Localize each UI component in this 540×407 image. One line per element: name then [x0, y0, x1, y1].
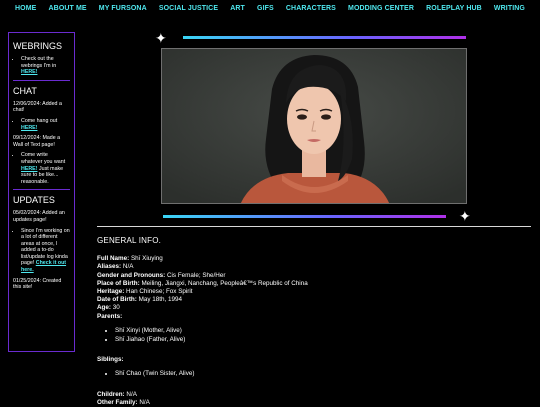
webrings-link[interactable]: HERE!: [21, 69, 37, 75]
nav-art[interactable]: ART: [230, 5, 245, 12]
sidebar: WEBRINGS Check out the webrings I'm in H…: [8, 32, 75, 352]
nav-home[interactable]: HOME: [15, 5, 36, 12]
general-info: GENERAL INFO. Full Name: Shī Xiuying Ali…: [97, 233, 531, 407]
info-label: Gender and Pronouns:: [97, 271, 166, 279]
info-value: N/A: [122, 263, 134, 271]
nav-modding-center[interactable]: MODDING CENTER: [348, 5, 414, 12]
updates-entry-2: 01/25/2024: Created this site!: [13, 277, 62, 291]
info-row-full-name: Full Name: Shī Xiuying: [97, 255, 531, 263]
nav-about-me[interactable]: ABOUT ME: [49, 5, 87, 12]
chat-list-1: Come hang out HERE!: [13, 118, 70, 131]
webrings-list: Check out the webrings I'm in HERE!: [13, 56, 70, 76]
info-row-dob: Date of Birth: May 18th, 1994: [97, 296, 531, 304]
portrait-illustration: [162, 49, 466, 203]
chat-heading: CHAT: [13, 85, 37, 96]
updates-entry-1: 05/02/2024: Added an updates page!: [13, 210, 65, 223]
list-item: Shī Xinyi (Mother, Alive): [115, 327, 531, 335]
info-row-parents: Parents:: [97, 313, 531, 321]
nav-writing[interactable]: WRITING: [494, 5, 525, 12]
character-portrait: [161, 48, 467, 204]
chat-link[interactable]: HERE!: [21, 125, 37, 131]
info-value: Shī Xiuying: [130, 255, 163, 263]
info-value: N/A: [126, 390, 137, 398]
info-value: Cis Female; She/Her: [166, 271, 226, 279]
info-label: Date of Birth:: [97, 296, 137, 304]
nav-social-justice[interactable]: SOCIAL JUSTICE: [159, 5, 218, 12]
chat-update-1: 12/06/2024: Added a chat!: [13, 100, 62, 114]
list-item: Come write whatever you want HERE! Just …: [21, 152, 70, 185]
parents-list: Shī Xinyi (Mother, Alive) Shī Jiahao (Fa…: [97, 327, 531, 344]
updates-heading: UPDATES: [13, 195, 55, 206]
list-item: Check out the webrings I'm in HERE!: [21, 56, 70, 76]
gradient-bar-top: [183, 36, 466, 39]
info-row-aliases: Aliases: N/A: [97, 263, 531, 271]
info-label: Full Name:: [97, 255, 130, 263]
chat-update-2: 09/12/2024: Made a Wall of Text page!: [13, 135, 61, 148]
wall-text: Come write whatever you want: [21, 152, 66, 165]
list-item: Come hang out HERE!: [21, 118, 70, 131]
sparkle-icon: ✦: [155, 30, 167, 46]
info-label: Children:: [97, 390, 125, 398]
info-value: May 18th, 1994: [138, 296, 183, 304]
info-value: Meiling, Jiangxi, Nanchang, Peopleâ€™s R…: [141, 279, 308, 287]
info-label: Siblings:: [97, 356, 124, 364]
chat-list-2: Come write whatever you want HERE! Just …: [13, 152, 70, 185]
webrings-text: Check out the webrings I'm in: [21, 56, 57, 69]
siblings-list: Shī Chao (Twin Sister, Alive): [97, 370, 531, 378]
nav-gifs[interactable]: GIFS: [257, 5, 274, 12]
gradient-bar-bottom: [163, 215, 446, 218]
info-row-age: Age: 30: [97, 304, 531, 312]
section-divider: [97, 226, 531, 227]
info-row-gender: Gender and Pronouns: Cis Female; She/Her: [97, 272, 531, 280]
info-row-birthplace: Place of Birth: Meiling, Jiangxi, Nancha…: [97, 280, 531, 288]
divider: [13, 189, 70, 191]
list-item: Shī Chao (Twin Sister, Alive): [115, 370, 531, 378]
info-row-other-family: Other Family: N/A: [97, 399, 531, 407]
info-value: Han Chinese; Fox Spirit: [126, 288, 193, 296]
divider: [13, 79, 70, 81]
top-nav: HOME ABOUT ME MY FURSONA SOCIAL JUSTICE …: [0, 0, 540, 16]
info-value: 30: [112, 304, 120, 312]
sparkle-icon: ✦: [459, 208, 471, 224]
list-item: Since I'm working on a lot of different …: [21, 228, 70, 274]
nav-characters[interactable]: CHARACTERS: [286, 5, 336, 12]
list-item: Shī Jiahao (Father, Alive): [115, 336, 531, 344]
wall-of-text-link[interactable]: HERE!: [21, 166, 37, 172]
info-row-heritage: Heritage: Han Chinese; Fox Spirit: [97, 288, 531, 296]
info-label: Place of Birth:: [97, 279, 140, 287]
info-label: Heritage:: [97, 288, 125, 296]
nav-my-fursona[interactable]: MY FURSONA: [99, 5, 147, 12]
general-info-heading: GENERAL INFO.: [97, 236, 162, 245]
info-label: Age:: [97, 304, 111, 312]
info-row-siblings: Siblings:: [97, 356, 531, 364]
info-row-children: Children: N/A: [97, 391, 531, 399]
chat-hangout-text: Come hang out: [21, 117, 58, 124]
webrings-heading: WEBRINGS: [13, 41, 63, 51]
updates-list: Since I'm working on a lot of different …: [13, 228, 70, 274]
nav-roleplay-hub[interactable]: ROLEPLAY HUB: [426, 5, 482, 12]
info-label: Aliases:: [97, 263, 122, 271]
info-label: Parents:: [97, 312, 123, 320]
